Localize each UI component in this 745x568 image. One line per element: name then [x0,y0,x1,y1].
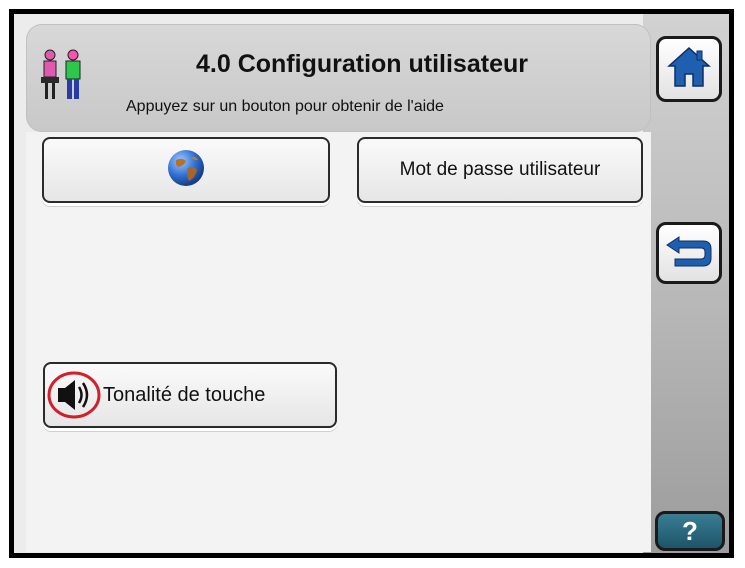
users-icon [40,48,86,106]
key-tone-button[interactable]: Tonalité de touche [43,362,337,428]
page-subtitle: Appuyez sur un bouton pour obtenir de l'… [126,98,444,115]
user-password-button[interactable]: Mot de passe utilisateur [357,137,643,203]
screen-frame: 4.0 Configuration utilisateur Appuyez su… [9,9,734,558]
back-button[interactable] [656,222,722,284]
speaker-icon [47,370,101,420]
home-icon [666,44,712,95]
language-button[interactable] [42,137,330,203]
header-bar: 4.0 Configuration utilisateur Appuyez su… [26,24,651,132]
help-button[interactable]: ? [655,511,725,551]
key-tone-label: Tonalité de touche [103,383,266,406]
globe-icon [166,148,206,193]
content-area: Mot de passe utilisateur Tonalité de tou… [26,132,651,552]
page-title: 4.0 Configuration utilisateur [196,50,528,78]
user-password-label: Mot de passe utilisateur [399,159,601,180]
back-arrow-icon [665,231,713,276]
home-button[interactable] [656,36,722,102]
